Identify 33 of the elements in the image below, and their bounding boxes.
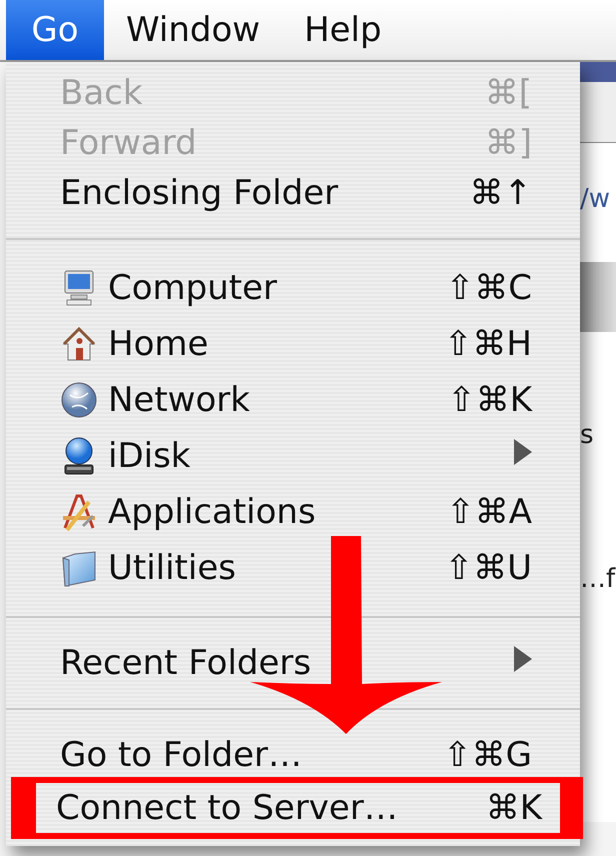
shortcut-label: ⇧⌘A [446,492,532,532]
background-text: /w [580,184,610,214]
menu-item[interactable]: iDisk [108,436,190,476]
menu-item[interactable]: Applications [108,492,316,532]
submenu-arrow-icon [512,644,534,674]
shortcut-label: ⌘[ [484,73,532,113]
menu-title[interactable]: Help [282,0,404,60]
menu-item[interactable]: Network [108,380,250,420]
menu-item[interactable]: Utilities [108,548,236,588]
drive-icon [580,262,616,332]
menu-item[interactable]: Enclosing Folder [60,173,338,213]
background-text: …f [580,564,616,594]
shortcut-label: ⇧⌘G [443,735,532,775]
shortcut-label: ⌘↑ [470,173,532,213]
window-title-bar [580,62,616,82]
submenu-arrow-icon [512,437,534,467]
menu-item[interactable]: Go to Folder… [60,735,302,775]
ruler [580,82,616,143]
menu-title[interactable]: Go [6,0,104,60]
menu-item[interactable]: Connect to Server… [56,788,398,828]
shortcut-label: ⇧⌘H [444,324,532,364]
menu-item[interactable]: Recent Folders [60,643,312,683]
shortcut-label: ⇧⌘C [446,268,532,308]
background-text: s [580,420,594,450]
shortcut-label: ⇧⌘U [444,548,532,588]
shortcut-label: ⇧⌘K [447,380,532,420]
menu-item[interactable]: Home [108,324,208,364]
menu-title[interactable]: Window [104,0,282,60]
shortcut-label: ⌘K [486,788,542,828]
menu-item[interactable]: Computer [108,268,278,308]
shortcut-label: ⌘] [484,123,532,163]
globe-icon [60,381,98,419]
house-icon [61,325,97,363]
